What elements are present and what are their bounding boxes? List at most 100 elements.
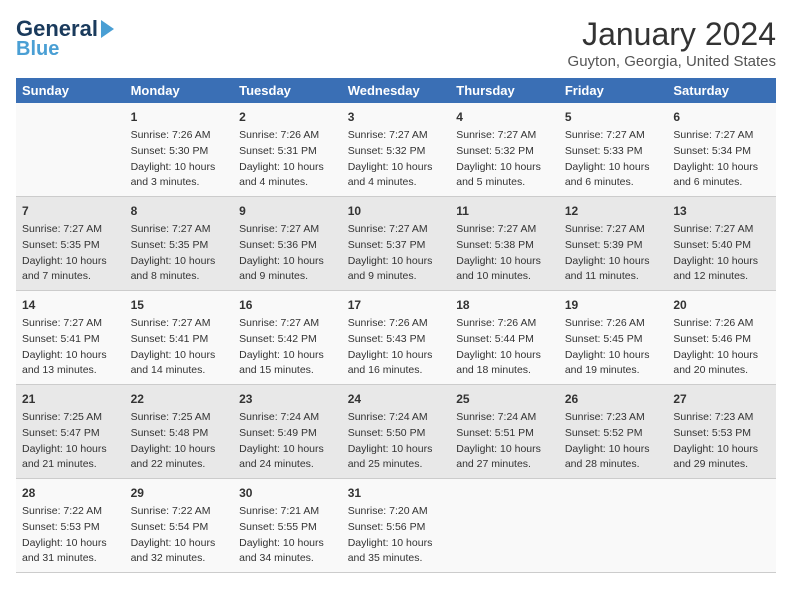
day-number: 31 [348,484,445,502]
day-number: 28 [22,484,119,502]
day-number: 19 [565,296,662,314]
day-info: Sunrise: 7:22 AMSunset: 5:54 PMDaylight:… [131,504,228,567]
day-number: 10 [348,202,445,220]
column-header-thursday: Thursday [450,78,559,103]
day-number: 3 [348,108,445,126]
calendar-cell: 18Sunrise: 7:26 AMSunset: 5:44 PMDayligh… [450,291,559,385]
day-info: Sunrise: 7:27 AMSunset: 5:41 PMDaylight:… [131,316,228,379]
day-info: Sunrise: 7:23 AMSunset: 5:53 PMDaylight:… [673,410,770,473]
calendar-cell: 4 Sunrise: 7:27 AMSunset: 5:32 PMDaylight… [450,103,559,197]
calendar-cell: 20Sunrise: 7:26 AMSunset: 5:46 PMDayligh… [667,291,776,385]
day-number: 2 [239,108,336,126]
calendar-cell [16,103,125,197]
calendar-cell: 3 Sunrise: 7:27 AMSunset: 5:32 PMDaylight… [342,103,451,197]
calendar-cell: 27 Sunrise: 7:23 AMSunset: 5:53 PMDayligh… [667,385,776,479]
logo-blue-text: Blue [16,38,59,61]
calendar-week-row: 14 Sunrise: 7:27 AMSunset: 5:41 PMDayligh… [16,291,776,385]
calendar-cell: 24Sunrise: 7:24 AMSunset: 5:50 PMDayligh… [342,385,451,479]
day-number: 25 [456,390,553,408]
day-number: 18 [456,296,553,314]
day-info: Sunrise: 7:27 AMSunset: 5:36 PMDaylight:… [239,222,336,285]
day-info: Sunrise: 7:22 AMSunset: 5:53 PMDaylight:… [22,504,119,567]
day-number: 6 [673,108,770,126]
calendar-cell: 7 Sunrise: 7:27 AMSunset: 5:35 PMDaylight… [16,197,125,291]
calendar-header: SundayMondayTuesdayWednesdayThursdayFrid… [16,78,776,103]
day-info: Sunrise: 7:24 AMSunset: 5:50 PMDaylight:… [348,410,445,473]
day-number: 29 [131,484,228,502]
day-number: 8 [131,202,228,220]
column-header-wednesday: Wednesday [342,78,451,103]
day-info: Sunrise: 7:27 AMSunset: 5:33 PMDaylight:… [565,128,662,191]
day-number: 4 [456,108,553,126]
day-info: Sunrise: 7:26 AMSunset: 5:45 PMDaylight:… [565,316,662,379]
calendar-cell: 23Sunrise: 7:24 AMSunset: 5:49 PMDayligh… [233,385,342,479]
day-number: 26 [565,390,662,408]
day-number: 7 [22,202,119,220]
day-info: Sunrise: 7:26 AMSunset: 5:31 PMDaylight:… [239,128,336,191]
title-area: January 2024 Guyton, Georgia, United Sta… [568,16,776,70]
day-number: 11 [456,202,553,220]
column-header-saturday: Saturday [667,78,776,103]
day-number: 14 [22,296,119,314]
calendar-week-row: 28 Sunrise: 7:22 AMSunset: 5:53 PMDayligh… [16,479,776,573]
calendar-week-row: 7 Sunrise: 7:27 AMSunset: 5:35 PMDaylight… [16,197,776,291]
logo-arrow-icon [101,20,114,38]
calendar-cell: 1 Sunrise: 7:26 AMSunset: 5:30 PMDaylight… [125,103,234,197]
calendar-cell: 19 Sunrise: 7:26 AMSunset: 5:45 PMDayligh… [559,291,668,385]
calendar-cell: 9 Sunrise: 7:27 AMSunset: 5:36 PMDaylight… [233,197,342,291]
page-header: General Blue January 2024 Guyton, Georgi… [16,16,776,70]
day-info: Sunrise: 7:27 AMSunset: 5:37 PMDaylight:… [348,222,445,285]
day-info: Sunrise: 7:27 AMSunset: 5:32 PMDaylight:… [456,128,553,191]
day-info: Sunrise: 7:26 AMSunset: 5:43 PMDaylight:… [348,316,445,379]
calendar-cell: 2 Sunrise: 7:26 AMSunset: 5:31 PMDaylight… [233,103,342,197]
calendar-cell: 12Sunrise: 7:27 AMSunset: 5:39 PMDayligh… [559,197,668,291]
calendar-cell: 31 Sunrise: 7:20 AMSunset: 5:56 PMDayligh… [342,479,451,573]
calendar-cell: 21Sunrise: 7:25 AMSunset: 5:47 PMDayligh… [16,385,125,479]
calendar-cell: 10 Sunrise: 7:27 AMSunset: 5:37 PMDayligh… [342,197,451,291]
day-number: 22 [131,390,228,408]
day-number: 21 [22,390,119,408]
calendar-cell: 5 Sunrise: 7:27 AMSunset: 5:33 PMDaylight… [559,103,668,197]
day-info: Sunrise: 7:26 AMSunset: 5:46 PMDaylight:… [673,316,770,379]
column-header-tuesday: Tuesday [233,78,342,103]
day-info: Sunrise: 7:26 AMSunset: 5:30 PMDaylight:… [131,128,228,191]
column-header-sunday: Sunday [16,78,125,103]
column-header-monday: Monday [125,78,234,103]
day-info: Sunrise: 7:27 AMSunset: 5:41 PMDaylight:… [22,316,119,379]
day-number: 16 [239,296,336,314]
day-number: 5 [565,108,662,126]
calendar-cell: 6Sunrise: 7:27 AMSunset: 5:34 PMDaylight… [667,103,776,197]
calendar-cell: 25 Sunrise: 7:24 AMSunset: 5:51 PMDayligh… [450,385,559,479]
calendar-cell: 22 Sunrise: 7:25 AMSunset: 5:48 PMDayligh… [125,385,234,479]
day-number: 9 [239,202,336,220]
day-info: Sunrise: 7:20 AMSunset: 5:56 PMDaylight:… [348,504,445,567]
day-info: Sunrise: 7:27 AMSunset: 5:32 PMDaylight:… [348,128,445,191]
calendar-week-row: 21Sunrise: 7:25 AMSunset: 5:47 PMDayligh… [16,385,776,479]
calendar-cell: 29 Sunrise: 7:22 AMSunset: 5:54 PMDayligh… [125,479,234,573]
day-number: 13 [673,202,770,220]
calendar-cell: 16 Sunrise: 7:27 AMSunset: 5:42 PMDayligh… [233,291,342,385]
day-info: Sunrise: 7:27 AMSunset: 5:38 PMDaylight:… [456,222,553,285]
day-info: Sunrise: 7:21 AMSunset: 5:55 PMDaylight:… [239,504,336,567]
day-number: 30 [239,484,336,502]
day-number: 1 [131,108,228,126]
calendar-cell [450,479,559,573]
day-info: Sunrise: 7:27 AMSunset: 5:39 PMDaylight:… [565,222,662,285]
calendar-cell [559,479,668,573]
location-subtitle: Guyton, Georgia, United States [568,53,776,70]
day-info: Sunrise: 7:24 AMSunset: 5:51 PMDaylight:… [456,410,553,473]
day-info: Sunrise: 7:24 AMSunset: 5:49 PMDaylight:… [239,410,336,473]
calendar-cell [667,479,776,573]
day-info: Sunrise: 7:27 AMSunset: 5:35 PMDaylight:… [22,222,119,285]
column-header-friday: Friday [559,78,668,103]
day-info: Sunrise: 7:27 AMSunset: 5:42 PMDaylight:… [239,316,336,379]
calendar-cell: 15Sunrise: 7:27 AMSunset: 5:41 PMDayligh… [125,291,234,385]
day-info: Sunrise: 7:25 AMSunset: 5:48 PMDaylight:… [131,410,228,473]
day-info: Sunrise: 7:27 AMSunset: 5:35 PMDaylight:… [131,222,228,285]
day-number: 17 [348,296,445,314]
logo: General Blue [16,16,117,61]
day-number: 27 [673,390,770,408]
calendar-cell: 17 Sunrise: 7:26 AMSunset: 5:43 PMDayligh… [342,291,451,385]
day-info: Sunrise: 7:27 AMSunset: 5:40 PMDaylight:… [673,222,770,285]
calendar-week-row: 1 Sunrise: 7:26 AMSunset: 5:30 PMDaylight… [16,103,776,197]
